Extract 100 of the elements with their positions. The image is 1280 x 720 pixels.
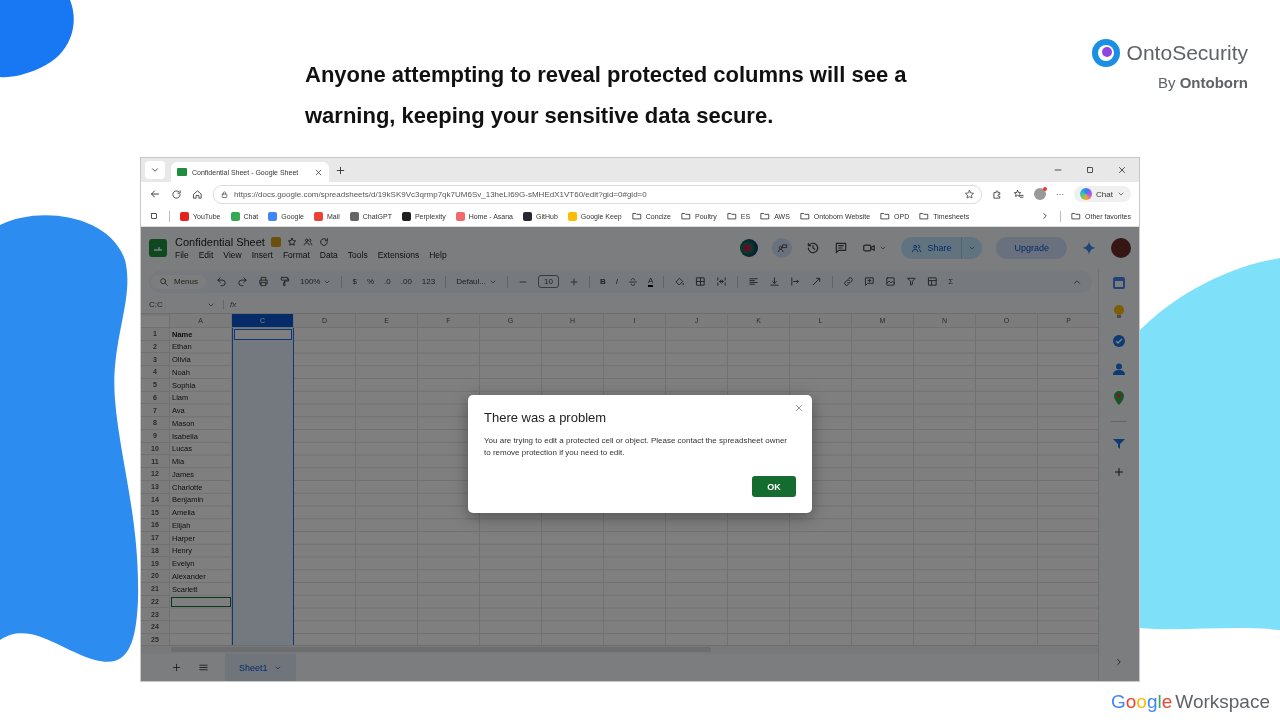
sheet-tab[interactable]: Sheet1 xyxy=(225,654,296,681)
borders-icon[interactable] xyxy=(695,276,707,288)
link-icon[interactable] xyxy=(843,276,855,288)
calendar-icon[interactable] xyxy=(1113,277,1125,289)
home-icon[interactable] xyxy=(192,188,203,200)
menu-item[interactable]: File xyxy=(175,250,189,260)
avatar-icon[interactable] xyxy=(740,239,759,257)
maximize-icon[interactable] xyxy=(1085,165,1095,175)
format-button[interactable]: $ xyxy=(352,277,357,287)
document-title[interactable]: Confidential Sheet xyxy=(175,236,265,248)
add-sheet-icon[interactable] xyxy=(171,662,182,673)
close-icon[interactable] xyxy=(314,167,323,177)
profile-avatar[interactable] xyxy=(1034,188,1047,200)
selected-cell[interactable] xyxy=(170,595,232,609)
history-icon[interactable] xyxy=(806,241,821,255)
folder-icon xyxy=(1071,211,1082,221)
menu-item[interactable]: Format xyxy=(282,250,310,260)
chat-button[interactable]: Chat xyxy=(1074,186,1131,202)
people-icon xyxy=(911,242,923,254)
meet-button[interactable] xyxy=(862,241,888,255)
dialog-title: There was a problem xyxy=(484,410,608,425)
strikethrough-icon[interactable] xyxy=(627,276,638,287)
vertical-align-icon[interactable] xyxy=(769,276,781,288)
folder-icon xyxy=(726,211,737,221)
rotate-icon[interactable] xyxy=(811,276,823,288)
wrap-icon[interactable] xyxy=(790,276,802,288)
avatar-icon[interactable] xyxy=(1111,238,1131,258)
undo-icon[interactable] xyxy=(216,276,227,288)
menu-item[interactable]: Extensions xyxy=(377,250,420,260)
logo-icon xyxy=(1090,38,1121,68)
comment-icon[interactable] xyxy=(834,241,849,255)
sheets-icon xyxy=(177,168,187,176)
chevron-down-icon xyxy=(1117,190,1125,198)
heading: Anyone attempting to reveal protected columns will see a warning, keeping your sensitive data secure. xyxy=(305,61,908,130)
style-button[interactable]: I xyxy=(615,277,618,287)
protected-icon[interactable] xyxy=(270,237,281,247)
menu-item[interactable]: Data xyxy=(319,250,338,260)
presenter-icon xyxy=(776,242,788,254)
sheet-list-icon[interactable] xyxy=(198,662,209,673)
menu-item[interactable]: View xyxy=(223,250,242,260)
formula-label: fx xyxy=(223,300,237,310)
functions-button[interactable]: Σ xyxy=(948,277,954,287)
zoom-dropdown[interactable]: 100% xyxy=(300,277,332,287)
close-button[interactable] xyxy=(794,403,804,413)
product-name: Workspace xyxy=(1175,691,1270,713)
name-box[interactable]: C:C xyxy=(149,300,199,310)
map-pin-icon[interactable] xyxy=(1113,391,1125,405)
brand-byline: By Ontoborn xyxy=(1158,74,1248,91)
image-icon[interactable] xyxy=(885,276,897,288)
bulb-icon[interactable] xyxy=(1113,305,1125,319)
more-button[interactable]: ··· xyxy=(1056,189,1065,199)
style-button[interactable]: B xyxy=(599,277,606,287)
format-button[interactable]: % xyxy=(366,277,375,287)
menu-item[interactable]: Help xyxy=(429,250,447,260)
reading-mode-icon[interactable] xyxy=(149,211,159,221)
format-button[interactable]: .00 xyxy=(400,277,412,287)
caret-icon xyxy=(879,244,888,252)
reload-icon[interactable] xyxy=(171,188,182,200)
font-size-field[interactable]: 10 xyxy=(538,275,559,289)
close-icon[interactable] xyxy=(1117,165,1127,175)
add-comment-icon[interactable] xyxy=(864,276,876,288)
font-dropdown[interactable]: Defaul... xyxy=(456,277,497,287)
plus-icon[interactable] xyxy=(1113,466,1125,478)
sparkle-icon[interactable] xyxy=(1081,240,1097,256)
active-cell[interactable] xyxy=(234,328,292,340)
menu-item[interactable]: Tools xyxy=(347,250,368,260)
address-field[interactable]: https://docs.google.com/spreadsheets/d/19kSK9Vc3qrmp7qk7UM6Sv_13heLI69G-sMHEdX1VT60/edit?gid=0#gid=0 xyxy=(213,184,983,204)
print-icon[interactable] xyxy=(258,276,269,288)
format-button[interactable]: 123 xyxy=(421,277,436,287)
folder-icon xyxy=(880,211,891,221)
plus-icon[interactable] xyxy=(335,164,346,176)
menu-item[interactable]: Edit xyxy=(198,250,214,260)
check-icon[interactable] xyxy=(1113,335,1125,347)
person-icon[interactable] xyxy=(1113,363,1125,375)
search-field[interactable]: Menus xyxy=(151,274,206,289)
lock-icon xyxy=(220,189,229,199)
ok-button[interactable]: OK xyxy=(752,476,796,497)
table-icon[interactable] xyxy=(927,276,939,288)
caret-icon xyxy=(968,244,977,252)
brand-name: OntoSecurity xyxy=(1126,41,1248,65)
dialog-message: You are trying to edit a protected cell or object. Please contact the spreadsheet owner to remove protection if you need to edit. xyxy=(484,435,788,459)
fill-color-icon[interactable] xyxy=(674,276,686,288)
star-icon[interactable] xyxy=(286,237,297,247)
chevron-right-icon[interactable] xyxy=(1114,657,1124,667)
upgrade-button[interactable]: Upgrade xyxy=(996,237,1067,259)
selected-column[interactable] xyxy=(232,327,294,646)
text-color-button[interactable]: A xyxy=(647,276,654,288)
align-icon[interactable] xyxy=(748,276,760,288)
menu-item[interactable]: Insert xyxy=(251,250,273,260)
redo-icon[interactable] xyxy=(237,276,248,288)
sheets-logo-icon[interactable] xyxy=(149,239,167,257)
filter-icon[interactable] xyxy=(906,276,918,288)
present-button[interactable] xyxy=(772,238,793,258)
back-icon[interactable] xyxy=(149,188,161,200)
paint-format-icon[interactable] xyxy=(279,276,290,288)
folder-icon xyxy=(919,211,930,221)
video-icon xyxy=(862,241,877,255)
favorites-icon[interactable] xyxy=(1013,188,1025,200)
star-icon[interactable] xyxy=(964,188,976,200)
merge-icon[interactable] xyxy=(716,276,728,288)
